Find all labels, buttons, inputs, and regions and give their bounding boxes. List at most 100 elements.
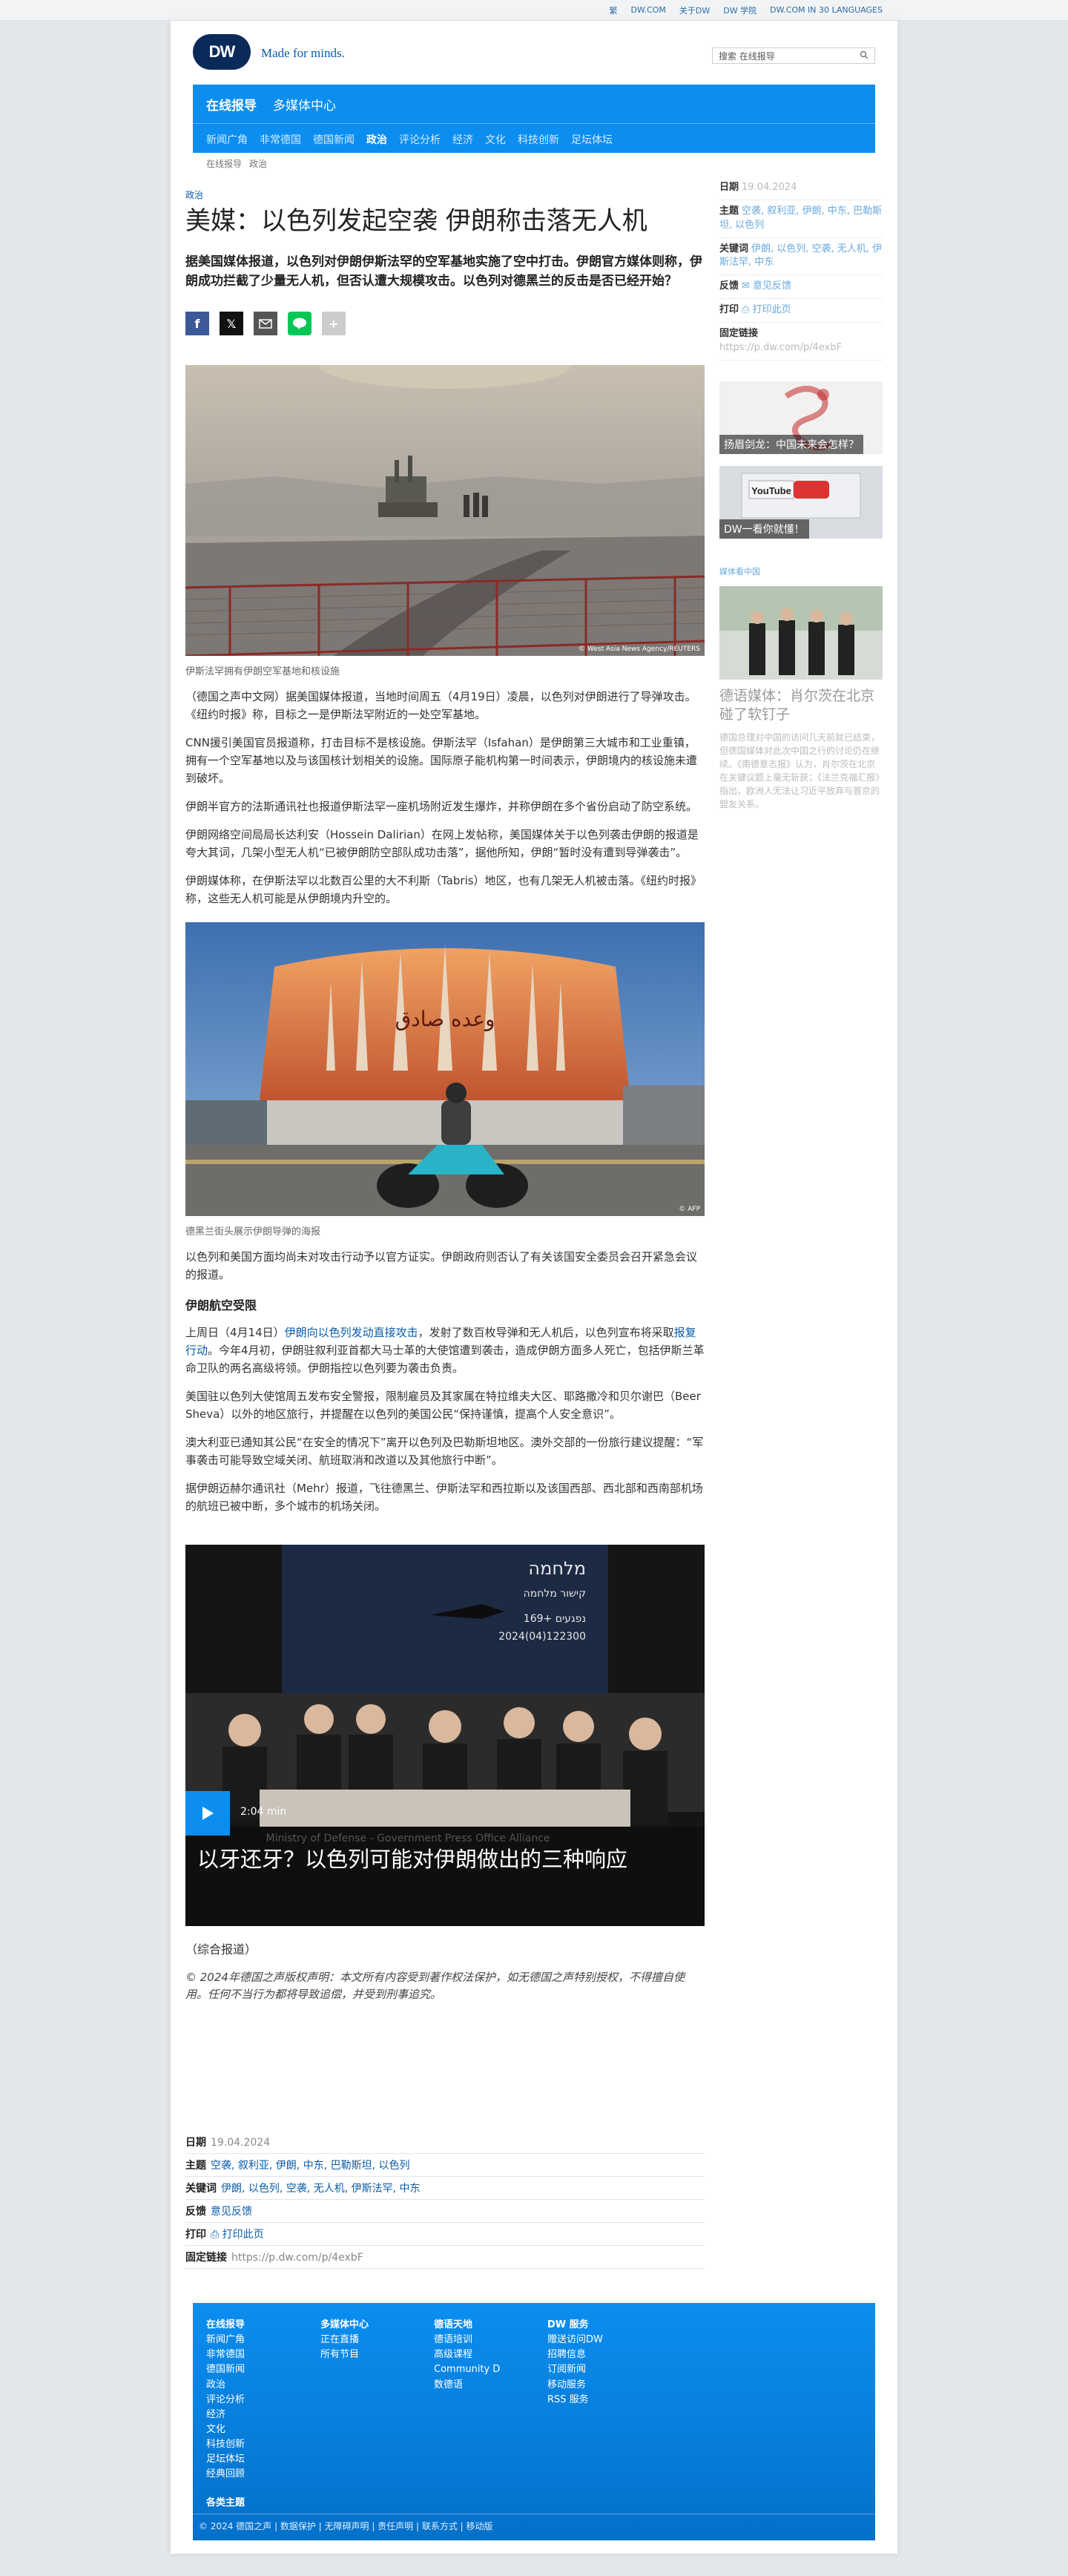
footer-heading[interactable]: 在线报导 bbox=[206, 2318, 245, 2333]
footer-link[interactable]: 德语培训 bbox=[434, 2333, 500, 2347]
subnav-item-politics[interactable]: 政治 bbox=[366, 132, 387, 147]
text-run: ，发射了数百枚导弹和无人机后，以色列宣布将采取 bbox=[418, 1326, 674, 1340]
meta-label: 反馈 bbox=[185, 2206, 206, 2218]
sub-navigation: 新闻广角 非常德国 德国新闻 政治 评论分析 经济 文化 科技创新 足坛体坛 bbox=[206, 132, 613, 147]
subnav-item-economy[interactable]: 经济 bbox=[452, 132, 473, 147]
article-body-1: （德国之声中文网）据美国媒体报道，当地时间周五（4月19日）凌晨，以色列对伊朗进… bbox=[185, 688, 705, 907]
side-label: 固定链接 bbox=[719, 327, 759, 339]
side-feedback-link[interactable]: 意见反馈 bbox=[753, 280, 791, 292]
text-run: 。今年4月初，伊朗驻叙利亚首都大马士革的大使馆遭到袭击，造成伊朗方面多人死亡，包… bbox=[185, 1344, 705, 1376]
footer-link[interactable]: 数德语 bbox=[434, 2378, 500, 2393]
footer-link[interactable]: 移动服务 bbox=[547, 2378, 603, 2393]
footer-link[interactable]: 赠送访问DW bbox=[547, 2333, 603, 2347]
footer-heading[interactable]: 德语天地 bbox=[434, 2318, 500, 2333]
footer-col-online: 在线报导 新闻广角 非常德国 德国新闻 政治 评论分析 经济 文化 科技创新 足… bbox=[206, 2318, 245, 2483]
subnav-item-science[interactable]: 科技创新 bbox=[518, 132, 559, 147]
play-button[interactable] bbox=[185, 1791, 230, 1836]
print-icon[interactable]: ⎙ bbox=[211, 2229, 222, 2241]
side-label: 反馈 bbox=[719, 280, 739, 292]
footer-all-topics[interactable]: 各类主题 bbox=[206, 2494, 245, 2508]
breadcrumb-item[interactable]: 政治 bbox=[249, 157, 267, 170]
dw-logo[interactable]: DW bbox=[193, 34, 251, 70]
footer-link[interactable]: 评论分析 bbox=[206, 2393, 245, 2408]
teaser-dw-youtube[interactable]: YouTube DW一看你就懂！ bbox=[719, 465, 883, 539]
topbar-link-languages[interactable]: DW.COM IN 30 LANGUAGES bbox=[770, 5, 883, 15]
article-paragraph: 澳大利亚已通知其公民“在安全的情况下”离开以色列及巴勒斯坦地区。澳外交部的一份旅… bbox=[185, 1436, 704, 1468]
subnav-item-news[interactable]: 新闻广角 bbox=[206, 132, 248, 147]
line-icon[interactable] bbox=[288, 312, 312, 336]
top-utility-bar: 繁 DW.COM 关于DW DW 学院 DW.COM IN 30 LANGUAG… bbox=[0, 0, 1068, 21]
article-meta: 日期 19.04.2024 主题 空袭, 叙利亚, 伊朗, 中东, 巴勒斯坦, 以色… bbox=[185, 2131, 705, 2269]
footer-link[interactable]: 政治 bbox=[206, 2378, 245, 2393]
side-print-link[interactable]: 打印此页 bbox=[753, 304, 791, 315]
side-topic-links[interactable]: 空袭, 叙利亚, 伊朗, 中东, 巴勒斯坦, 以色列 bbox=[719, 206, 882, 231]
breadcrumb-item[interactable]: 在线报导 bbox=[206, 157, 242, 170]
footer-link[interactable]: 经济 bbox=[206, 2408, 245, 2422]
footer-link[interactable]: 高级课程 bbox=[434, 2347, 500, 2362]
footer-link[interactable]: 新闻广角 bbox=[206, 2333, 245, 2347]
teaser-china-future[interactable]: 扬眉剑龙：中国未来会怎样？ bbox=[719, 381, 883, 454]
screen-line: 2024(04)122300 bbox=[498, 1631, 586, 1643]
footer-link[interactable]: 足坛体坛 bbox=[206, 2452, 245, 2467]
footer-link[interactable]: RSS 服务 bbox=[547, 2393, 603, 2408]
footer-legal[interactable]: © 2024 德国之声 | 数据保护 | 无障碍声明 | 责任声明 | 联系方式… bbox=[199, 2520, 493, 2532]
footer-col-service: DW 服务 赠送访问DW 招聘信息 订阅新闻 移动服务 RSS 服务 bbox=[547, 2318, 603, 2408]
footer-link[interactable]: 非常德国 bbox=[206, 2347, 245, 2362]
footer-link[interactable]: 科技创新 bbox=[206, 2437, 245, 2452]
article-paragraph: CNN援引美国官员报道称，打击目标不是核设施。伊斯法罕（Isfahan）是伊朗第… bbox=[185, 736, 698, 786]
article-body-2: 以色列和美国方面均尚未对攻击行动予以官方证实。伊朗政府则否认了有关该国安全委员会… bbox=[185, 1248, 705, 1515]
email-icon[interactable] bbox=[254, 312, 277, 336]
video-duration: 2:04 min bbox=[240, 1806, 287, 1818]
sidebar: 日期 19.04.2024 主题 空袭, 叙利亚, 伊朗, 中东, 巴勒斯坦, 以色… bbox=[719, 177, 883, 811]
scholz-beijing-image[interactable] bbox=[719, 585, 883, 680]
print-link[interactable]: 打印此页 bbox=[222, 2229, 264, 2241]
keyword-links[interactable]: 伊朗, 以色列, 空袭, 无人机, 伊斯法罕, 中东 bbox=[221, 2183, 421, 2195]
screen-line: קישור מלחמה bbox=[524, 1588, 586, 1600]
footer-link[interactable]: Community D bbox=[434, 2362, 500, 2377]
footer-heading[interactable]: DW 服务 bbox=[547, 2318, 603, 2333]
print-icon[interactable]: ⎙ bbox=[742, 304, 753, 315]
search-icon[interactable] bbox=[860, 50, 868, 62]
site-footer: 在线报导 新闻广角 非常德国 德国新闻 政治 评论分析 经济 文化 科技创新 足… bbox=[193, 2303, 875, 2540]
article-kicker[interactable]: 政治 bbox=[185, 188, 705, 201]
footer-link[interactable]: 文化 bbox=[206, 2422, 245, 2437]
nav-section-media[interactable]: 多媒体中心 bbox=[273, 95, 336, 114]
topbar-link-traditional[interactable]: 繁 bbox=[610, 4, 618, 16]
footer-link[interactable]: 招聘信息 bbox=[547, 2347, 603, 2362]
subnav-item-culture[interactable]: 文化 bbox=[485, 132, 506, 147]
sidebar-article-title[interactable]: 德语媒体：肖尔茨在北京碰了软钉子 bbox=[719, 687, 883, 725]
subnav-item-german-news[interactable]: 德国新闻 bbox=[313, 132, 355, 147]
footer-heading[interactable]: 多媒体中心 bbox=[320, 2318, 369, 2333]
subnav-item-commentary[interactable]: 评论分析 bbox=[399, 132, 441, 147]
more-share-icon[interactable]: + bbox=[322, 312, 346, 336]
nav-section-online[interactable]: 在线报导 bbox=[206, 95, 257, 114]
topbar-link-about[interactable]: 关于DW bbox=[679, 4, 710, 16]
article-paragraph: 伊朗半官方的法斯通讯社也报道伊斯法罕一座机场附近发生爆炸，并称伊朗在多个省份启动… bbox=[185, 800, 698, 814]
x-twitter-icon[interactable]: 𝕏 bbox=[220, 312, 243, 336]
subnav-item-germany[interactable]: 非常德国 bbox=[260, 132, 301, 147]
search-input[interactable]: 搜索 在线报导 bbox=[712, 47, 875, 64]
video-player[interactable]: מלחמה קישור מלחמה 169+ נפגעים 2024(04)12… bbox=[185, 1545, 705, 1927]
side-feedback: 反馈 ✉ 意见反馈 bbox=[719, 275, 883, 300]
feedback-icon[interactable]: ✉ bbox=[742, 280, 753, 292]
footer-link[interactable]: 经典回顾 bbox=[206, 2467, 245, 2482]
side-permalink-value[interactable]: https://p.dw.com/p/4exbF bbox=[719, 342, 842, 353]
footer-link[interactable]: 所有节目 bbox=[320, 2347, 369, 2362]
footer-link[interactable]: 订阅新闻 bbox=[547, 2362, 603, 2377]
topic-links[interactable]: 空袭, 叙利亚, 伊朗, 中东, 巴勒斯坦, 以色列 bbox=[211, 2160, 410, 2172]
topbar-link-academy[interactable]: DW 学院 bbox=[723, 4, 756, 16]
footer-link[interactable]: 德国新闻 bbox=[206, 2362, 245, 2377]
topbar-link-dwcom[interactable]: DW.COM bbox=[631, 5, 666, 15]
footer-link[interactable]: 正在直播 bbox=[320, 2333, 369, 2347]
image-caption: 伊斯法罕拥有伊朗空军基地和核设施 bbox=[185, 666, 340, 678]
slogan: Made for minds. bbox=[261, 46, 345, 60]
play-icon bbox=[202, 1807, 214, 1821]
breadcrumb: 在线报导 政治 bbox=[206, 157, 267, 170]
facebook-icon[interactable]: f bbox=[185, 312, 209, 336]
inline-link-iran-attack[interactable]: 伊朗向以色列发动直接攻击 bbox=[285, 1326, 418, 1339]
sidebar-section-heading[interactable]: 媒体看中国 bbox=[719, 565, 883, 577]
feedback-link[interactable]: 意见反馈 bbox=[211, 2206, 252, 2218]
permalink-value[interactable]: https://p.dw.com/p/4exbF bbox=[231, 2252, 363, 2264]
subnav-item-sports[interactable]: 足坛体坛 bbox=[571, 132, 613, 147]
article-figure-2: وعده صادق © AFP 德黑兰街头展示伊朗导弹的海报 bbox=[185, 922, 705, 1238]
